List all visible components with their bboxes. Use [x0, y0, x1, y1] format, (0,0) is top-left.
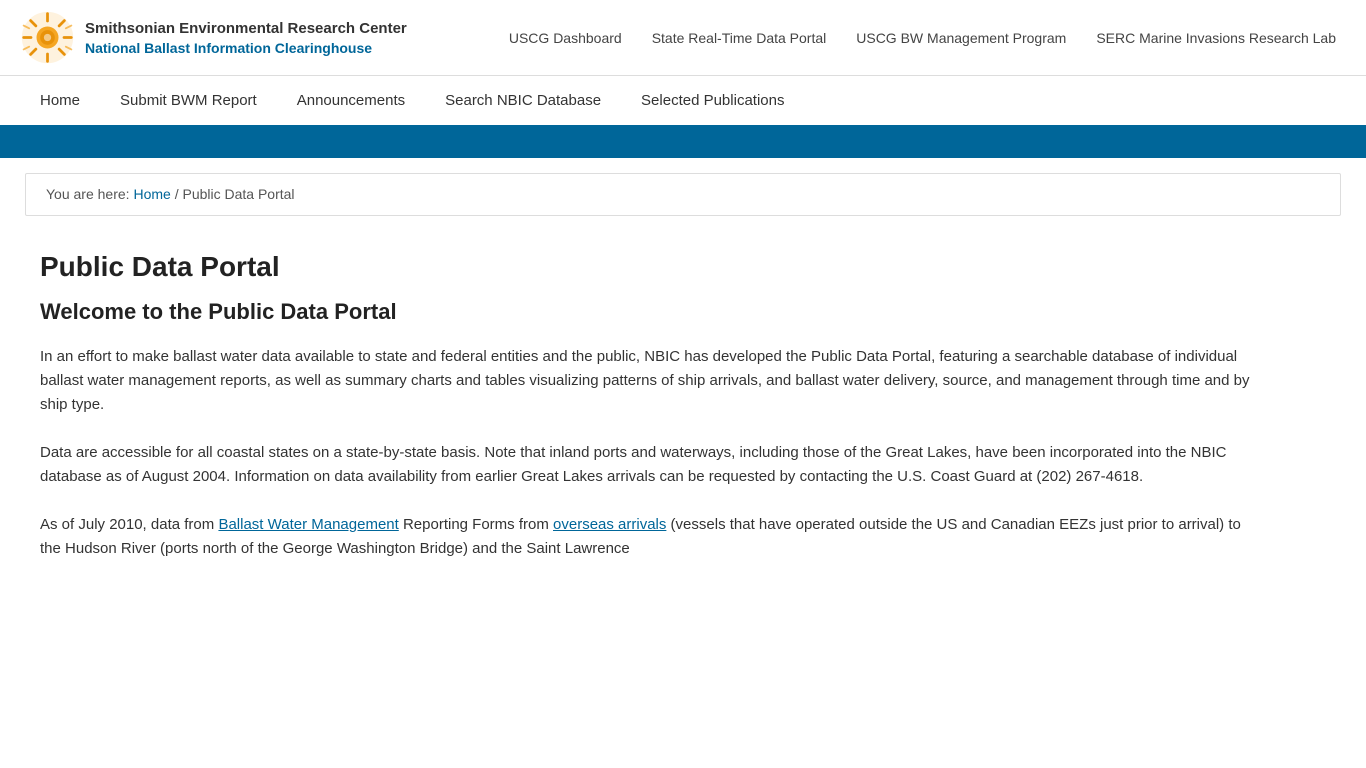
top-nav-uscg-dashboard[interactable]: USCG Dashboard — [509, 30, 622, 46]
org-name: Smithsonian Environmental Research Cente… — [85, 19, 407, 39]
breadcrumb: You are here: Home / Public Data Portal — [46, 186, 295, 202]
top-nav-uscg-bw[interactable]: USCG BW Management Program — [856, 30, 1066, 46]
blue-banner — [0, 128, 1366, 158]
nav-search-nbic[interactable]: Search NBIC Database — [425, 76, 621, 125]
nav-selected-publications[interactable]: Selected Publications — [621, 76, 804, 125]
nav-announcements[interactable]: Announcements — [277, 76, 425, 125]
top-nav-state-portal[interactable]: State Real-Time Data Portal — [652, 30, 827, 46]
org-subtitle: National Ballast Information Clearinghou… — [85, 40, 407, 56]
para3-middle: Reporting Forms from — [399, 516, 553, 533]
logo-area: Smithsonian Environmental Research Cente… — [20, 10, 407, 65]
breadcrumb-home-link[interactable]: Home — [133, 186, 170, 202]
ballast-water-management-link[interactable]: Ballast Water Management — [218, 516, 398, 533]
nav-submit-bwm[interactable]: Submit BWM Report — [100, 76, 277, 125]
breadcrumb-current: Public Data Portal — [182, 186, 294, 202]
content-paragraph-2: Data are accessible for all coastal stat… — [40, 441, 1260, 489]
page-subtitle: Welcome to the Public Data Portal — [40, 299, 1260, 325]
breadcrumb-container: You are here: Home / Public Data Portal — [25, 173, 1341, 216]
breadcrumb-prefix: You are here: — [46, 186, 133, 202]
content-paragraph-3: As of July 2010, data from Ballast Water… — [40, 513, 1260, 561]
para3-prefix: As of July 2010, data from — [40, 516, 218, 533]
overseas-arrivals-link[interactable]: overseas arrivals — [553, 516, 666, 533]
org-text: Smithsonian Environmental Research Cente… — [85, 19, 407, 57]
breadcrumb-separator: / — [171, 186, 183, 202]
content-area: Public Data Portal Welcome to the Public… — [0, 231, 1300, 625]
nav-home[interactable]: Home — [20, 76, 100, 125]
serc-logo-icon — [20, 10, 75, 65]
top-nav-serc-marine[interactable]: SERC Marine Invasions Research Lab — [1096, 30, 1336, 46]
main-nav: Home Submit BWM Report Announcements Sea… — [0, 76, 1366, 128]
top-header: Smithsonian Environmental Research Cente… — [0, 0, 1366, 76]
page-title: Public Data Portal — [40, 251, 1260, 283]
top-nav: USCG Dashboard State Real-Time Data Port… — [509, 30, 1336, 46]
content-paragraph-1: In an effort to make ballast water data … — [40, 345, 1260, 417]
